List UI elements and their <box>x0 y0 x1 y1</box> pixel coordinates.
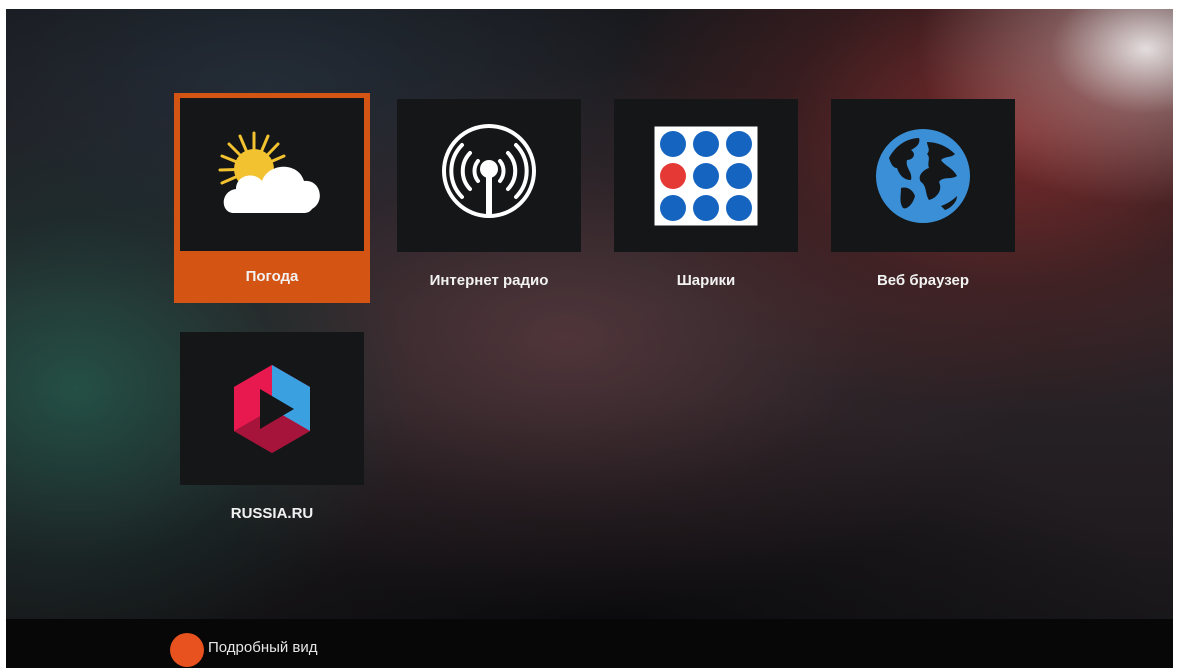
app-tile-weather[interactable]: Погода <box>174 93 370 303</box>
app-tile-internet-radio[interactable]: Интернет радио <box>397 99 581 310</box>
app-label: Шарики <box>676 272 736 289</box>
app-tile-balls[interactable]: Шарики <box>614 99 798 310</box>
app-label: Интернет радио <box>429 272 549 289</box>
app-thumbnail <box>180 98 364 251</box>
app-thumbnail <box>831 99 1015 252</box>
bottom-hint-bar: Подробный вид <box>6 619 1173 668</box>
app-label: RUSSIA.RU <box>230 505 314 522</box>
russia-ru-logo-icon <box>234 364 310 453</box>
globe-icon <box>874 126 972 225</box>
app-thumbnail <box>397 99 581 252</box>
app-thumbnail <box>180 332 364 485</box>
red-button-icon[interactable] <box>170 633 204 667</box>
app-tile-web-browser[interactable]: Веб браузер <box>831 99 1015 310</box>
app-launcher-screen: Погода Интернет радио Шарики Веб браузер… <box>6 9 1173 668</box>
radio-antenna-icon <box>442 123 536 218</box>
app-label: Веб браузер <box>876 272 970 289</box>
balls-grid-icon <box>654 126 758 225</box>
app-tile-russia-ru[interactable]: RUSSIA.RU <box>180 332 364 543</box>
app-thumbnail <box>614 99 798 252</box>
weather-sun-cloud-icon <box>218 131 320 213</box>
detailed-view-hint[interactable]: Подробный вид <box>208 636 318 660</box>
app-label: Погода <box>245 268 299 285</box>
